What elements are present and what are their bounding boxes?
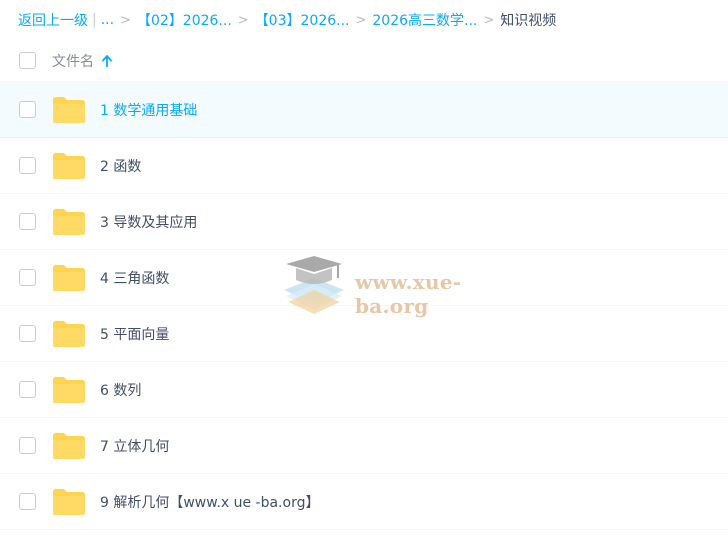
folder-name[interactable]: 2 函数: [100, 156, 141, 176]
row-checkbox[interactable]: [19, 437, 36, 454]
folder-name[interactable]: 5 平面向量: [100, 324, 169, 344]
file-list: 1 数学通用基础 2 函数 3 导数及其应用 4 三角函数 5 平面向量 6 数…: [0, 82, 728, 530]
folder-icon: [53, 433, 85, 459]
list-item[interactable]: 7 立体几何: [0, 418, 728, 474]
list-item[interactable]: 4 三角函数: [0, 250, 728, 306]
list-item[interactable]: 1 数学通用基础: [0, 82, 728, 138]
folder-name[interactable]: 3 导数及其应用: [100, 212, 197, 232]
breadcrumb-item-02[interactable]: 【02】2026...: [137, 10, 232, 30]
folder-name[interactable]: 1 数学通用基础: [100, 100, 197, 120]
filename-column-label: 文件名: [52, 53, 94, 70]
breadcrumb-item-math[interactable]: 2026高三数学...: [372, 10, 477, 30]
breadcrumb-item-03[interactable]: 【03】2026...: [255, 10, 350, 30]
breadcrumb-divider: |: [92, 12, 97, 28]
folder-name[interactable]: 7 立体几何: [100, 436, 169, 456]
filename-column-header[interactable]: 文件名: [52, 51, 112, 71]
list-item[interactable]: 9 解析几何【www.x ue -ba.org】: [0, 474, 728, 530]
row-checkbox[interactable]: [19, 101, 36, 118]
list-item[interactable]: 3 导数及其应用: [0, 194, 728, 250]
folder-name[interactable]: 6 数列: [100, 380, 141, 400]
folder-name[interactable]: 4 三角函数: [100, 268, 169, 288]
row-checkbox[interactable]: [19, 493, 36, 510]
row-checkbox[interactable]: [19, 157, 36, 174]
file-browser: 返回上一级 | ... > 【02】2026... > 【03】2026... …: [0, 0, 728, 536]
select-all-checkbox[interactable]: [19, 52, 36, 69]
breadcrumb-separator: >: [355, 12, 367, 28]
breadcrumb-separator: >: [483, 12, 495, 28]
list-item[interactable]: 5 平面向量: [0, 306, 728, 362]
breadcrumb-separator: >: [120, 12, 131, 28]
folder-name[interactable]: 9 解析几何【www.x ue -ba.org】: [100, 492, 319, 512]
row-checkbox[interactable]: [19, 213, 36, 230]
folder-icon: [53, 97, 85, 123]
breadcrumb-ellipsis[interactable]: ...: [101, 12, 114, 28]
folder-icon: [53, 321, 85, 347]
folder-icon: [53, 153, 85, 179]
list-item[interactable]: 6 数列: [0, 362, 728, 418]
folder-icon: [53, 265, 85, 291]
folder-icon: [53, 489, 85, 515]
breadcrumb: 返回上一级 | ... > 【02】2026... > 【03】2026... …: [18, 0, 728, 40]
list-header: 文件名: [0, 40, 728, 82]
row-checkbox[interactable]: [19, 269, 36, 286]
list-item[interactable]: 2 函数: [0, 138, 728, 194]
folder-icon: [53, 209, 85, 235]
back-link[interactable]: 返回上一级: [18, 10, 88, 30]
folder-icon: [53, 377, 85, 403]
breadcrumb-separator: >: [237, 12, 249, 28]
row-checkbox[interactable]: [19, 381, 36, 398]
arrow-up-icon: [102, 54, 112, 67]
row-checkbox[interactable]: [19, 325, 36, 342]
breadcrumb-current: 知识视频: [500, 13, 557, 29]
